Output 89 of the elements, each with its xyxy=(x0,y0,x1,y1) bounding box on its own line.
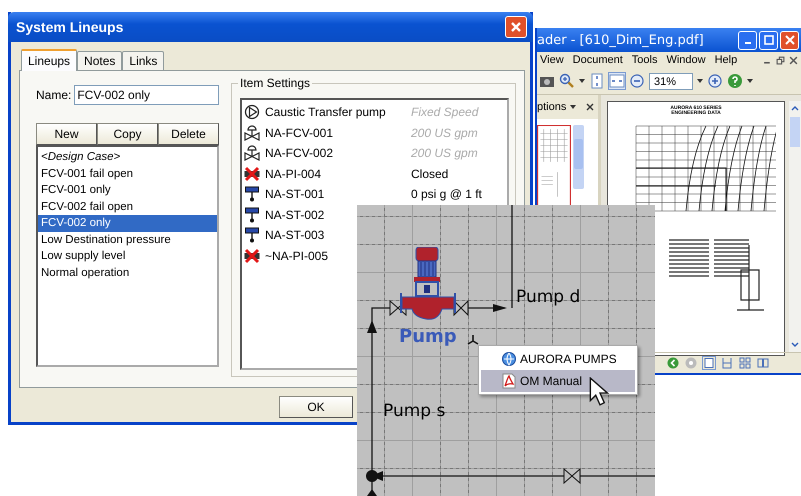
fit-page-icon[interactable] xyxy=(589,73,605,89)
item-value: 200 US gpm xyxy=(411,126,478,140)
minimize-button[interactable] xyxy=(738,30,757,50)
item-name: NA-ST-003 xyxy=(265,228,326,242)
list-item[interactable]: FCV-001 fail open xyxy=(38,166,217,182)
window-title: ader - [610_Dim_Eng.pdf] xyxy=(537,32,704,48)
tab[interactable]: Links xyxy=(122,51,164,70)
restore-icon[interactable] xyxy=(776,56,785,64)
list-item[interactable]: Low supply level xyxy=(38,248,217,264)
action-button[interactable]: Delete xyxy=(158,123,219,145)
single-page-icon[interactable] xyxy=(703,357,715,369)
caret-icon[interactable] xyxy=(697,79,703,83)
tank-icon xyxy=(244,206,260,223)
pipe-label: Pump s xyxy=(383,401,446,421)
item-name: NA-PI-004 xyxy=(265,166,322,181)
menu-item[interactable]: View xyxy=(540,54,564,66)
tank-icon xyxy=(244,227,260,244)
maximize-icon xyxy=(764,35,774,45)
caret-icon[interactable] xyxy=(570,105,576,109)
help-icon[interactable] xyxy=(727,73,743,89)
caret-icon[interactable] xyxy=(579,79,585,83)
close-button[interactable] xyxy=(780,30,799,50)
close-icon[interactable] xyxy=(586,103,594,111)
pump-label: Pump xyxy=(399,326,457,347)
link-marker-icon xyxy=(467,335,479,345)
menu-item[interactable]: Help xyxy=(714,54,738,66)
item-name: ~NA-PI-005 xyxy=(265,248,330,263)
globe-icon xyxy=(501,351,517,367)
item-value: 200 US gpm xyxy=(411,146,478,160)
menu-item[interactable]: OM Manual xyxy=(481,370,635,392)
zoom-field[interactable]: 31% xyxy=(649,72,693,90)
chevron-down-icon[interactable] xyxy=(791,342,799,348)
menu-item[interactable]: AURORA PUMPS xyxy=(481,348,635,370)
minimize-icon xyxy=(744,42,750,44)
caret-icon[interactable] xyxy=(747,79,753,83)
ok-button[interactable]: OK xyxy=(279,396,353,418)
close-icon xyxy=(784,35,794,45)
action-button[interactable]: Copy xyxy=(97,123,158,145)
tab[interactable]: Lineups xyxy=(21,49,78,71)
list-item[interactable]: FCV-001 only xyxy=(38,182,217,198)
maximize-button[interactable] xyxy=(759,30,778,50)
item-value: 0 psi g @ 1 ft xyxy=(411,187,482,202)
menu-item[interactable]: Window xyxy=(666,54,706,66)
zoom-in-icon[interactable] xyxy=(559,73,575,89)
list-item[interactable]: FCV-002 fail open xyxy=(38,198,217,215)
item-name: NA-ST-002 xyxy=(265,208,326,222)
scrollbar-thumb[interactable] xyxy=(790,117,800,147)
tank-icon xyxy=(244,186,260,202)
control-valve-icon xyxy=(244,145,260,162)
pump-icon xyxy=(244,104,260,120)
pdf-icon xyxy=(501,373,517,389)
group-title: Item Settings xyxy=(238,76,312,90)
scrollbar-thumb[interactable] xyxy=(574,139,583,169)
name-label: Name: xyxy=(36,88,72,102)
zoom-out-icon[interactable] xyxy=(629,73,645,89)
item-name: NA-FCV-002 xyxy=(265,146,334,160)
continuous-icon[interactable] xyxy=(721,357,733,369)
back-icon[interactable] xyxy=(667,357,679,369)
menu-item[interactable]: Document xyxy=(572,54,623,66)
chevron-up-icon[interactable] xyxy=(791,105,799,111)
item-name: NA-FCV-001 xyxy=(265,126,334,140)
control-valve-icon xyxy=(244,124,260,141)
item-name: Caustic Transfer pump xyxy=(265,105,387,120)
tab[interactable]: Notes xyxy=(77,51,122,70)
scrollbar[interactable] xyxy=(573,125,584,189)
name-field[interactable]: FCV-002 only xyxy=(74,85,220,105)
closed-valve-icon xyxy=(244,248,260,264)
zoom-in-icon[interactable] xyxy=(707,73,723,89)
panel-title[interactable]: ptions xyxy=(537,101,566,113)
page-thumbnail[interactable] xyxy=(537,125,571,207)
item-name: NA-ST-001 xyxy=(265,187,326,202)
pipe-label: Pump d xyxy=(516,287,580,307)
item-value: Closed xyxy=(411,166,448,181)
item-value: Fixed Speed xyxy=(411,105,478,120)
list-item[interactable]: Normal operation xyxy=(38,264,217,281)
close-icon[interactable] xyxy=(789,56,798,64)
scrollbar[interactable] xyxy=(789,101,801,352)
list-item[interactable]: FCV-002 only xyxy=(38,215,217,232)
list-item[interactable]: Low Destination pressure xyxy=(38,232,217,248)
closed-valve-icon xyxy=(244,166,260,182)
close-button[interactable] xyxy=(505,16,527,38)
two-page-icon[interactable] xyxy=(757,357,769,369)
window-title: System Lineups xyxy=(16,19,124,35)
action-button[interactable]: New xyxy=(36,123,97,145)
menu-item[interactable]: Tools xyxy=(632,54,658,66)
fit-width-icon[interactable] xyxy=(609,73,625,89)
close-icon xyxy=(510,21,522,33)
list-item[interactable]: <Design Case> xyxy=(38,149,217,166)
facing-icon[interactable] xyxy=(739,357,751,369)
